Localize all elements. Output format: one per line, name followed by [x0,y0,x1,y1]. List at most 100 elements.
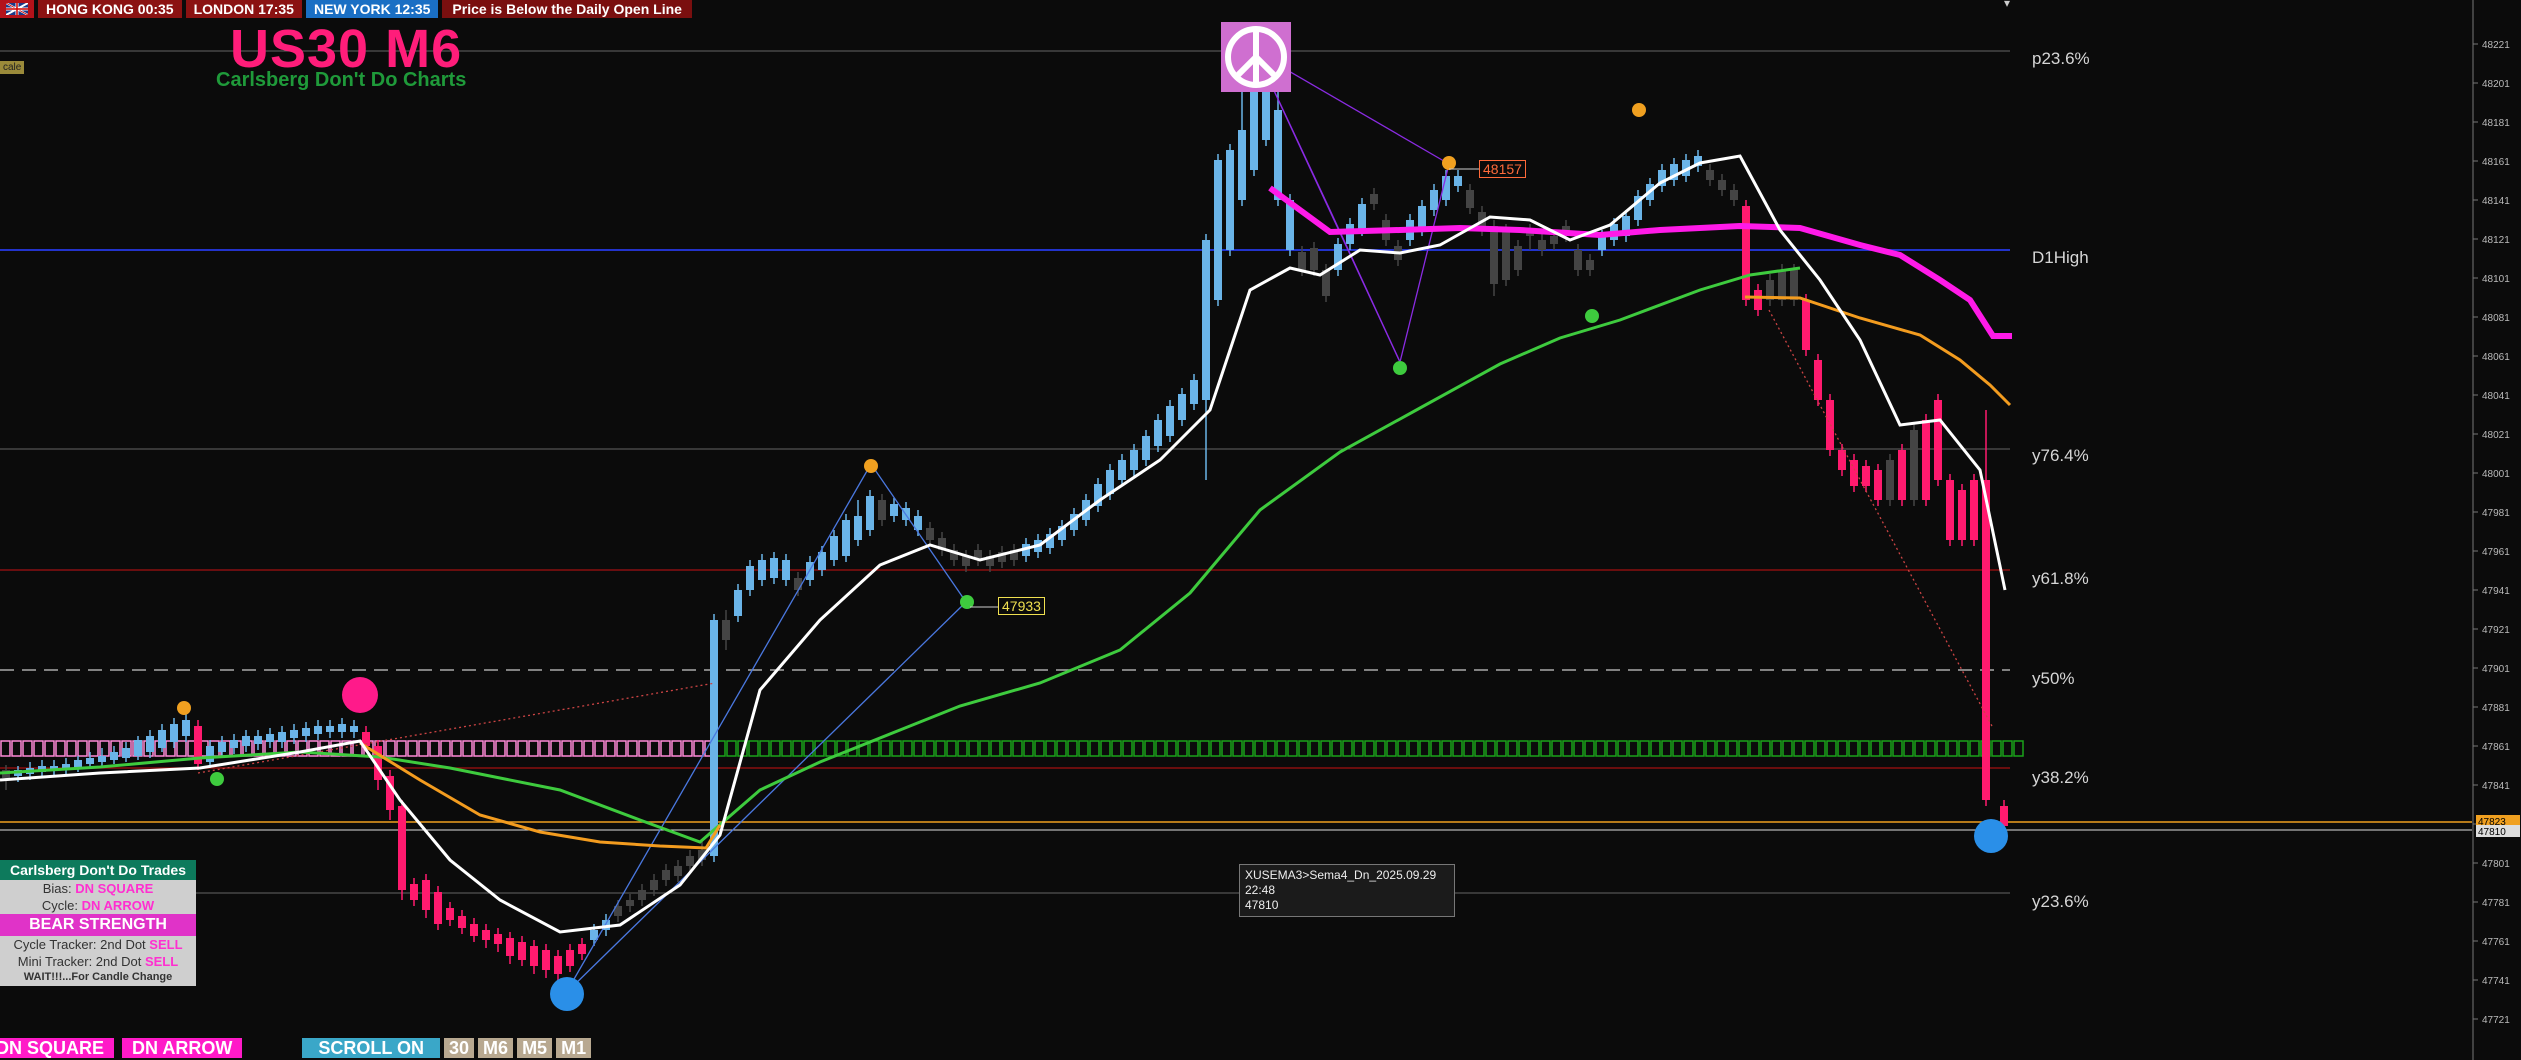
daily-open-message: Price is Below the Daily Open Line [442,0,692,18]
candle-body [686,856,694,866]
indicator-tooltip: XUSEMA3>Sema4_Dn_2025.09.29 22:48 47810 [1239,864,1455,917]
candle-body [1910,430,1918,500]
price-axis-label: 48001 [2482,469,2510,480]
candle-body [770,558,778,578]
candle-body [1490,226,1498,284]
price-axis-label: 48201 [2482,79,2510,90]
orange-dot [1632,103,1646,117]
mini-tracker-value: SELL [144,954,179,969]
candle-body [1550,236,1558,244]
candle-body [1154,420,1162,446]
price-axis-label: 48061 [2482,352,2510,363]
candle-body [926,528,934,540]
price-axis-label: 47961 [2482,547,2510,558]
timeframe-m6-button[interactable]: M6 [478,1037,514,1058]
price-axis-label: 47921 [2482,625,2510,636]
price-axis-label: 47721 [2482,1015,2510,1026]
candle-body [86,758,94,764]
candle-body [662,870,670,880]
candle-body [1946,480,1954,540]
candle-body [458,916,466,928]
scroll-toggle-button[interactable]: SCROLL ON [302,1037,441,1058]
price-axis-label: 47941 [2482,586,2510,597]
candle-body [326,726,334,732]
candle-body [1586,260,1594,270]
candle-body [578,944,586,954]
bias-label: Bias: [42,881,72,896]
candle-body [1982,480,1990,800]
candle-body [1598,236,1606,250]
candle-body [1718,180,1726,190]
candle-body [674,866,682,876]
cycle-value: DN ARROW [81,898,155,913]
price-axis-label: 48081 [2482,313,2510,324]
session-bar: HONG KONG 00:35 LONDON 17:35 NEW YORK 12… [0,0,692,18]
candle-body [1166,406,1174,436]
candle-body [1538,240,1546,250]
candle-body [482,930,490,940]
price-axis-label: 47861 [2482,742,2510,753]
price-axis-label: 47761 [2482,937,2510,948]
candle-body [158,730,166,748]
bias-value: DN SQUARE [75,881,154,896]
candle-body [290,730,298,738]
candle-body [350,726,358,732]
price-tag-upper: 48157 [1479,160,1526,178]
candle-body [122,748,130,758]
candle-body [722,620,730,640]
candle-body [890,504,898,516]
candle-body [206,746,214,762]
candle-body [1874,470,1882,500]
timeframe-m1-button[interactable]: M1 [556,1037,592,1058]
candle-body [1298,252,1306,270]
fib-label-618: y61.8% [2032,569,2089,588]
tooltip-line-1: XUSEMA3>Sema4_Dn_2025.09.29 22:48 [1245,868,1437,897]
candle-body [1742,206,1750,300]
scale-tag[interactable]: cale [0,61,25,74]
mini-tracker-row: Mini Tracker: 2nd Dot SELL [0,953,196,970]
candle-body [1514,246,1522,270]
price-axis-label: 47881 [2482,703,2510,714]
candle-body [710,620,718,856]
mini-tracker-label: Mini Tracker: 2nd Dot [17,954,142,969]
orange-dot [864,459,878,473]
candle-body [266,734,274,742]
dn-arrow-button[interactable]: DN ARROW [122,1037,243,1058]
cycle-label: Cycle: [41,898,79,913]
cycle-tracker-label: Cycle Tracker: 2nd Dot [13,937,146,952]
candle-body [134,740,142,756]
candle-body [530,946,538,966]
dn-square-button[interactable]: DN SQUARE [0,1037,115,1058]
candle-body [1178,394,1186,420]
dropdown-arrow-icon[interactable]: ▾ [2004,0,2010,10]
candle-body [1922,420,1930,500]
candle-body [1190,380,1198,404]
candle-body [110,752,118,760]
candle-body [218,742,226,752]
candle-body [794,578,802,590]
candle-body [650,880,658,890]
timeframe-m5-button[interactable]: M5 [517,1037,553,1058]
green-dot [1585,309,1599,323]
candle-body [1430,190,1438,210]
price-axis-label: 47841 [2482,781,2510,792]
orange-dot [177,701,191,715]
candle-body [302,728,310,736]
orange-dot [1442,156,1456,170]
strength-badge: BEAR STRENGTH [0,914,196,936]
fib-label-50: y50% [2032,669,2075,688]
chart-subtitle: Carlsberg Don't Do Charts [216,69,467,91]
candle-body [446,908,454,920]
panel-header: Carlsberg Don't Do Trades [0,860,196,880]
candle-body [470,924,478,936]
candle-body [554,956,562,974]
candle-body [1730,190,1738,200]
candle-body [1226,150,1234,250]
timeframe-30-button[interactable]: 30 [444,1037,475,1058]
candle-body [1466,190,1474,208]
candle-body [1454,176,1462,186]
candle-body [1898,450,1906,500]
candle-body [638,890,646,900]
fib-label-236b: y23.6% [2032,892,2089,911]
candle-body [1142,436,1150,460]
